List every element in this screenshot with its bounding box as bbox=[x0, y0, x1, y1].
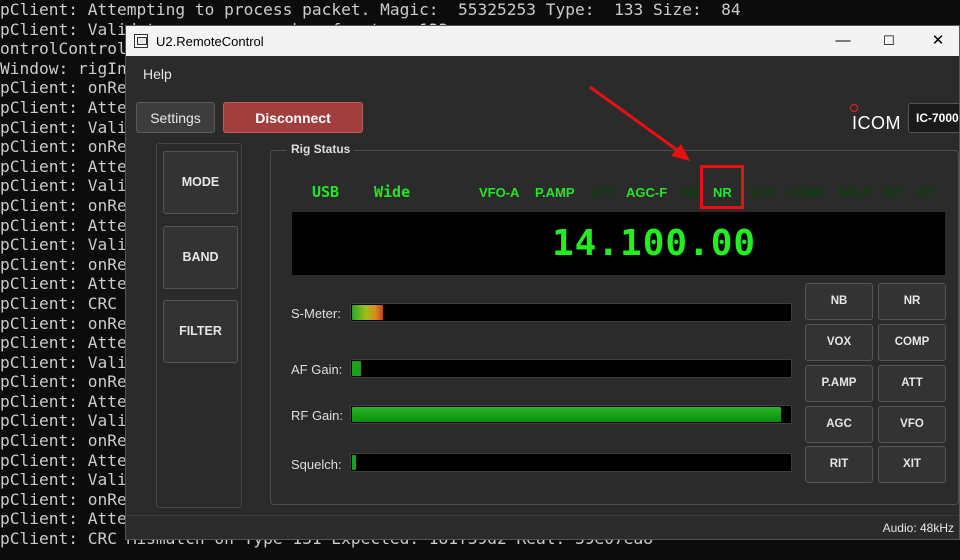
annotation-highlight-box bbox=[700, 165, 744, 209]
annotation-arrow bbox=[589, 85, 690, 161]
